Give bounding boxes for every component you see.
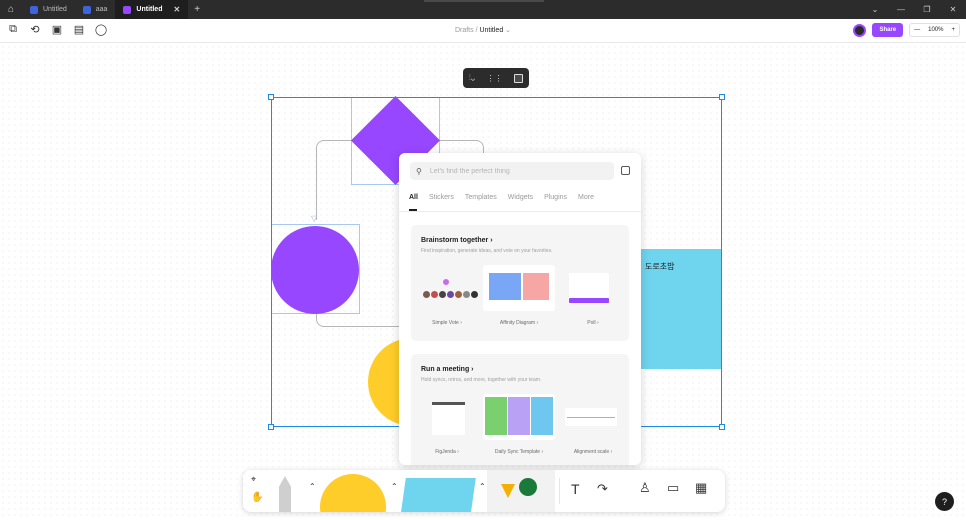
close-window-button[interactable]: ✕ — [940, 0, 966, 19]
drag-region — [424, 0, 544, 2]
stamp-tool[interactable] — [487, 470, 555, 512]
sticker-icon — [519, 478, 537, 496]
tab-aaa[interactable]: aaa — [75, 0, 116, 19]
insert-panel: ⚲ All Stickers Templates Widgets Plugins… — [399, 153, 641, 465]
chevron-up-icon[interactable]: ⌃ — [391, 482, 398, 491]
template-card-alignment-scale[interactable]: Alignment scale › — [557, 394, 629, 455]
file-name[interactable]: Untitled — [479, 27, 503, 34]
template-label: FigJenda › — [435, 449, 459, 455]
breadcrumb-drafts[interactable]: Drafts — [455, 27, 474, 34]
tab-more[interactable]: More — [578, 194, 594, 201]
move-tool-icon[interactable]: ⌖ — [251, 474, 256, 485]
share-button[interactable]: Share — [872, 23, 904, 37]
resize-handle-top-left[interactable] — [268, 94, 274, 100]
minimize-button[interactable]: — — [888, 0, 914, 19]
template-thumbnail — [411, 394, 483, 440]
tab-all[interactable]: All — [409, 194, 418, 201]
text-tool-icon[interactable]: T — [571, 481, 580, 497]
resize-handle-bottom-right[interactable] — [719, 424, 725, 430]
breadcrumb: Drafts / Untitled ⌄ — [0, 26, 966, 34]
section-run-a-meeting: Run a meeting › Hold syncs, retros, and … — [411, 354, 629, 465]
template-card-affinity-diagram[interactable]: Affinity Diagram › — [483, 265, 555, 326]
help-button[interactable]: ? — [935, 492, 954, 511]
template-label: Alignment scale › — [573, 449, 613, 455]
tab-widgets[interactable]: Widgets — [508, 194, 533, 201]
chevron-up-icon[interactable]: ⌃ — [479, 482, 486, 491]
shape-tool[interactable] — [320, 474, 386, 512]
tab-plugins[interactable]: Plugins — [544, 194, 567, 201]
avatar[interactable] — [853, 23, 867, 37]
template-thumbnail — [557, 394, 629, 440]
divider — [559, 478, 560, 504]
divider — [399, 211, 641, 212]
template-label: Affinity Diagram › — [499, 320, 539, 326]
section-description: Find inspiration, generate ideas, and vo… — [421, 248, 553, 254]
sticky-note-tool[interactable] — [400, 478, 476, 512]
new-tab-button[interactable]: + — [188, 4, 206, 15]
section-title[interactable]: Run a meeting › — [421, 366, 474, 373]
zoom-level[interactable]: 100% — [924, 24, 947, 36]
search-input[interactable] — [429, 167, 600, 175]
breadcrumb-separator: / — [475, 27, 478, 34]
chevron-down-icon[interactable]: ⌄ — [862, 0, 888, 19]
template-thumbnail — [483, 394, 555, 440]
template-thumbnail — [483, 265, 555, 311]
template-label: Poll › — [587, 320, 599, 326]
grid-icon[interactable]: ⋮⋮ — [487, 74, 503, 83]
template-label: Simple Vote › — [432, 320, 462, 326]
tab-label: Untitled — [136, 6, 163, 13]
creation-toolbar: ⌖ ✋ ⌃ ⌃ ⌃ T ↷ ♙ ▭ ▦ — [243, 470, 725, 512]
template-thumbnail — [557, 265, 629, 311]
resize-handle-bottom-left[interactable] — [268, 424, 274, 430]
template-label: Daily Sync Template › — [494, 449, 544, 455]
tab-stickers[interactable]: Stickers — [429, 194, 454, 201]
zoom-out-button[interactable]: — — [910, 24, 924, 36]
stamp-person-icon[interactable]: ♙ — [639, 480, 651, 496]
resize-handle-top-right[interactable] — [719, 94, 725, 100]
template-thumbnail — [411, 265, 483, 311]
toolbar-right-group: Share — 100% + — [853, 23, 960, 37]
maximize-button[interactable]: ❐ — [914, 0, 940, 19]
file-icon — [30, 5, 38, 14]
template-card-daily-sync[interactable]: Daily Sync Template › — [483, 394, 555, 455]
pen-tool[interactable] — [279, 476, 291, 512]
tab-untitled-1[interactable]: Untitled — [22, 0, 75, 19]
zoom-in-button[interactable]: + — [947, 24, 959, 36]
chevron-down-icon[interactable]: ⌄ — [505, 27, 511, 34]
panel-tabs: All Stickers Templates Widgets Plugins M… — [409, 194, 594, 201]
chevron-up-icon[interactable]: ⌃ — [309, 482, 316, 491]
section-brainstorm: Brainstorm together › Find inspiration, … — [411, 225, 629, 341]
align-icon[interactable]: ⫶⌄ — [469, 73, 475, 83]
hand-tool-icon[interactable]: ✋ — [251, 492, 263, 503]
tab-templates[interactable]: Templates — [465, 194, 497, 201]
file-icon — [123, 5, 132, 14]
file-icon — [82, 5, 91, 14]
tab-label: aaa — [95, 6, 108, 13]
template-card-simple-vote[interactable]: Simple Vote › — [411, 265, 483, 326]
template-card-poll[interactable]: Poll › — [557, 265, 629, 326]
window-controls: ⌄ — ❐ ✕ — [862, 0, 966, 19]
tab-untitled-active[interactable]: Untitled ✕ — [115, 0, 189, 19]
home-icon[interactable]: ⌂ — [0, 0, 22, 19]
section-description: Hold syncs, retros, and more, together w… — [421, 377, 542, 383]
top-toolbar: ⧉ ⟲ ▣ ▤ ◯ Drafts / Untitled ⌄ Share — 10… — [0, 19, 966, 43]
tab-label: Untitled — [43, 6, 67, 13]
plugin-icon[interactable] — [621, 166, 630, 175]
section-tool-icon[interactable]: ▭ — [667, 480, 679, 496]
search-bar: ⚲ — [410, 162, 614, 180]
title-bar: ⌂ Untitled aaa Untitled ✕ + ⌄ — ❐ ✕ — [0, 0, 966, 19]
section-title[interactable]: Brainstorm together › — [421, 237, 493, 244]
close-tab-icon[interactable]: ✕ — [173, 5, 180, 14]
search-icon: ⚲ — [416, 166, 422, 176]
stamp-icon — [501, 484, 515, 498]
vote-avatars — [423, 291, 478, 298]
zoom-control: — 100% + — [909, 23, 960, 37]
frame-select-icon[interactable] — [514, 73, 524, 83]
template-card-figjenda[interactable]: FigJenda › — [411, 394, 483, 455]
connector-tool-icon[interactable]: ↷ — [597, 481, 608, 497]
table-tool-icon[interactable]: ▦ — [695, 480, 707, 496]
selection-context-toolbar: ⫶⌄ ⋮⋮ — [463, 68, 529, 88]
